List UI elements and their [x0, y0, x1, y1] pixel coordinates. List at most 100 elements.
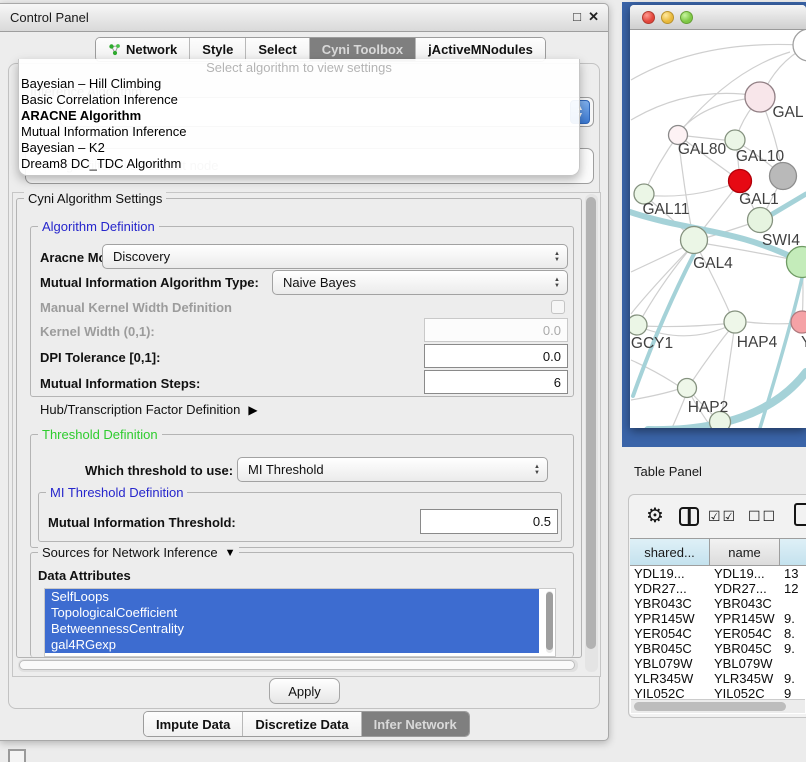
export-table-icon[interactable] — [794, 503, 806, 526]
scrollbar-thumb[interactable] — [586, 197, 596, 649]
column-header-shared-name[interactable]: shared... — [630, 539, 710, 565]
list-item-gal4rgexp[interactable]: gal4RGexp — [45, 637, 539, 653]
cell[interactable]: YBR045C — [630, 641, 710, 656]
table-row[interactable]: YLR345W YLR345W 9. — [630, 671, 806, 686]
table-row[interactable]: YBR043C YBR043C — [630, 596, 806, 611]
list-item-topologicalcoefficient[interactable]: TopologicalCoefficient — [45, 605, 539, 621]
tab-network[interactable]: Network — [96, 38, 189, 61]
apply-button[interactable]: Apply — [269, 678, 340, 704]
manual-kernel-width-checkbox[interactable] — [551, 300, 565, 314]
columns-icon[interactable] — [679, 507, 699, 526]
network-window-titlebar[interactable] — [630, 5, 806, 30]
apply-button-label: Apply — [288, 684, 321, 699]
tab-impute-data[interactable]: Impute Data — [144, 712, 242, 736]
close-traffic-light[interactable] — [642, 11, 655, 24]
network-node-hap2[interactable] — [678, 379, 697, 398]
cell[interactable]: YLR345W — [710, 671, 780, 686]
dropdown-item-bayesian-hill-climbing[interactable]: Bayesian – Hill Climbing — [19, 76, 579, 92]
column-header-clipped[interactable] — [780, 539, 806, 565]
dropdown-item-aracne[interactable]: ARACNE Algorithm — [19, 108, 579, 124]
cell[interactable] — [780, 656, 806, 671]
gear-icon[interactable]: ⚙ — [646, 503, 664, 528]
cell[interactable]: YBL079W — [630, 656, 710, 671]
cell[interactable]: YER054C — [710, 626, 780, 641]
network-node[interactable] — [770, 163, 797, 190]
dropdown-item-mutual-information[interactable]: Mutual Information Inference — [19, 124, 579, 140]
network-canvas[interactable]: GAL GAL80 GAL10 GAL1 GAL11 SWI4 GAL4 GCY… — [630, 30, 806, 428]
settings-vertical-scrollbar[interactable] — [585, 194, 598, 672]
cell[interactable]: YER054C — [630, 626, 710, 641]
zoom-traffic-light[interactable] — [680, 11, 693, 24]
scrollbar-thumb[interactable] — [634, 702, 786, 711]
table-horizontal-scrollbar[interactable] — [631, 699, 805, 713]
table-row[interactable]: YDL19... YDL19... 13 — [630, 566, 806, 581]
network-node-gal4[interactable] — [681, 227, 708, 254]
table-row[interactable]: YPR145W YPR145W 9. — [630, 611, 806, 626]
cell[interactable]: YDR27... — [630, 581, 710, 596]
cell[interactable]: 8. — [780, 626, 806, 641]
tab-jactivemnodules[interactable]: jActiveMNodules — [415, 38, 545, 61]
list-item-betweennesscentrality[interactable]: BetweennessCentrality — [45, 621, 539, 637]
cell[interactable]: YLR345W — [630, 671, 710, 686]
network-node-hap4[interactable] — [724, 311, 746, 333]
kernel-width-input[interactable]: 0.0 — [424, 318, 568, 342]
network-node-swi4[interactable] — [748, 208, 773, 233]
dropdown-item-basic-correlation[interactable]: Basic Correlation Inference — [19, 92, 579, 108]
tab-select[interactable]: Select — [245, 38, 308, 61]
cell[interactable]: YDL19... — [630, 566, 710, 581]
cell[interactable]: YBR045C — [710, 641, 780, 656]
cell[interactable]: YBL079W — [710, 656, 780, 671]
cell[interactable]: 9. — [780, 671, 806, 686]
cell[interactable]: YDR27... — [710, 581, 780, 596]
hub-definition-expander[interactable]: Hub/Transcription Factor Definition ▶ — [40, 402, 258, 417]
which-threshold-select[interactable]: MI Threshold ▲▼ — [237, 457, 548, 482]
select-all-checkboxes-icon[interactable]: ☑☑ — [708, 508, 737, 525]
control-panel-titlebar[interactable]: Control Panel □ ✕ — [0, 4, 608, 32]
cell[interactable]: 9. — [780, 641, 806, 656]
cell[interactable]: 13 — [780, 566, 806, 581]
cell[interactable]: YBR043C — [710, 596, 780, 611]
list-scrollbar[interactable] — [546, 591, 553, 653]
network-node-gal1[interactable] — [729, 170, 752, 193]
tab-cyni-toolbox[interactable]: Cyni Toolbox — [309, 38, 415, 61]
network-node[interactable] — [745, 82, 775, 112]
scrollbar-thumb[interactable] — [546, 592, 553, 650]
table-row[interactable]: YER054C YER054C 8. — [630, 626, 806, 641]
network-node-gcy1[interactable] — [630, 315, 647, 335]
data-attributes-list[interactable]: SelfLoops TopologicalCoefficient Between… — [44, 588, 556, 657]
list-item-selfloops[interactable]: SelfLoops — [45, 589, 539, 605]
cell[interactable] — [780, 596, 806, 611]
close-icon[interactable]: ✕ — [588, 9, 599, 25]
mi-algorithm-type-select[interactable]: Naive Bayes ▲▼ — [272, 270, 568, 295]
float-window-icon[interactable]: □ — [573, 9, 581, 24]
cell[interactable]: 12 — [780, 581, 806, 596]
network-node-gal10[interactable] — [725, 130, 745, 150]
tab-infer-network[interactable]: Infer Network — [361, 712, 469, 736]
network-node[interactable] — [793, 30, 806, 61]
cell[interactable]: YPR145W — [630, 611, 710, 626]
column-header-name[interactable]: name — [710, 539, 780, 565]
dpi-tolerance-input[interactable]: 0.0 — [424, 344, 568, 368]
table-row[interactable]: YBR045C YBR045C 9. — [630, 641, 806, 656]
dropdown-item-dream8[interactable]: Dream8 DC_TDC Algorithm — [19, 156, 579, 172]
deselect-all-checkboxes-icon[interactable]: ☐☐ — [748, 508, 777, 525]
settings-horizontal-scrollbar[interactable] — [18, 659, 578, 672]
taskbar-chip[interactable] — [8, 749, 26, 762]
aracne-mode-select[interactable]: Discovery ▲▼ — [102, 244, 568, 269]
cell[interactable]: YPR145W — [710, 611, 780, 626]
cell[interactable]: 9. — [780, 611, 806, 626]
mi-threshold-input[interactable]: 0.5 — [420, 509, 558, 534]
table-row[interactable]: YDR27... YDR27... 12 — [630, 581, 806, 596]
cell[interactable]: YBR043C — [630, 596, 710, 611]
tab-style[interactable]: Style — [189, 38, 245, 61]
table-header-row: shared... name — [630, 538, 806, 566]
network-node[interactable] — [787, 247, 806, 278]
mi-steps-input[interactable]: 6 — [424, 370, 568, 394]
tab-discretize-data[interactable]: Discretize Data — [242, 712, 360, 736]
sources-group-title-wrap[interactable]: Sources for Network Inference ▼ — [38, 545, 239, 560]
scrollbar-thumb[interactable] — [19, 660, 575, 670]
dropdown-item-bayesian-k2[interactable]: Bayesian – K2 — [19, 140, 579, 156]
minimize-traffic-light[interactable] — [661, 11, 674, 24]
table-row[interactable]: YBL079W YBL079W — [630, 656, 806, 671]
cell[interactable]: YDL19... — [710, 566, 780, 581]
